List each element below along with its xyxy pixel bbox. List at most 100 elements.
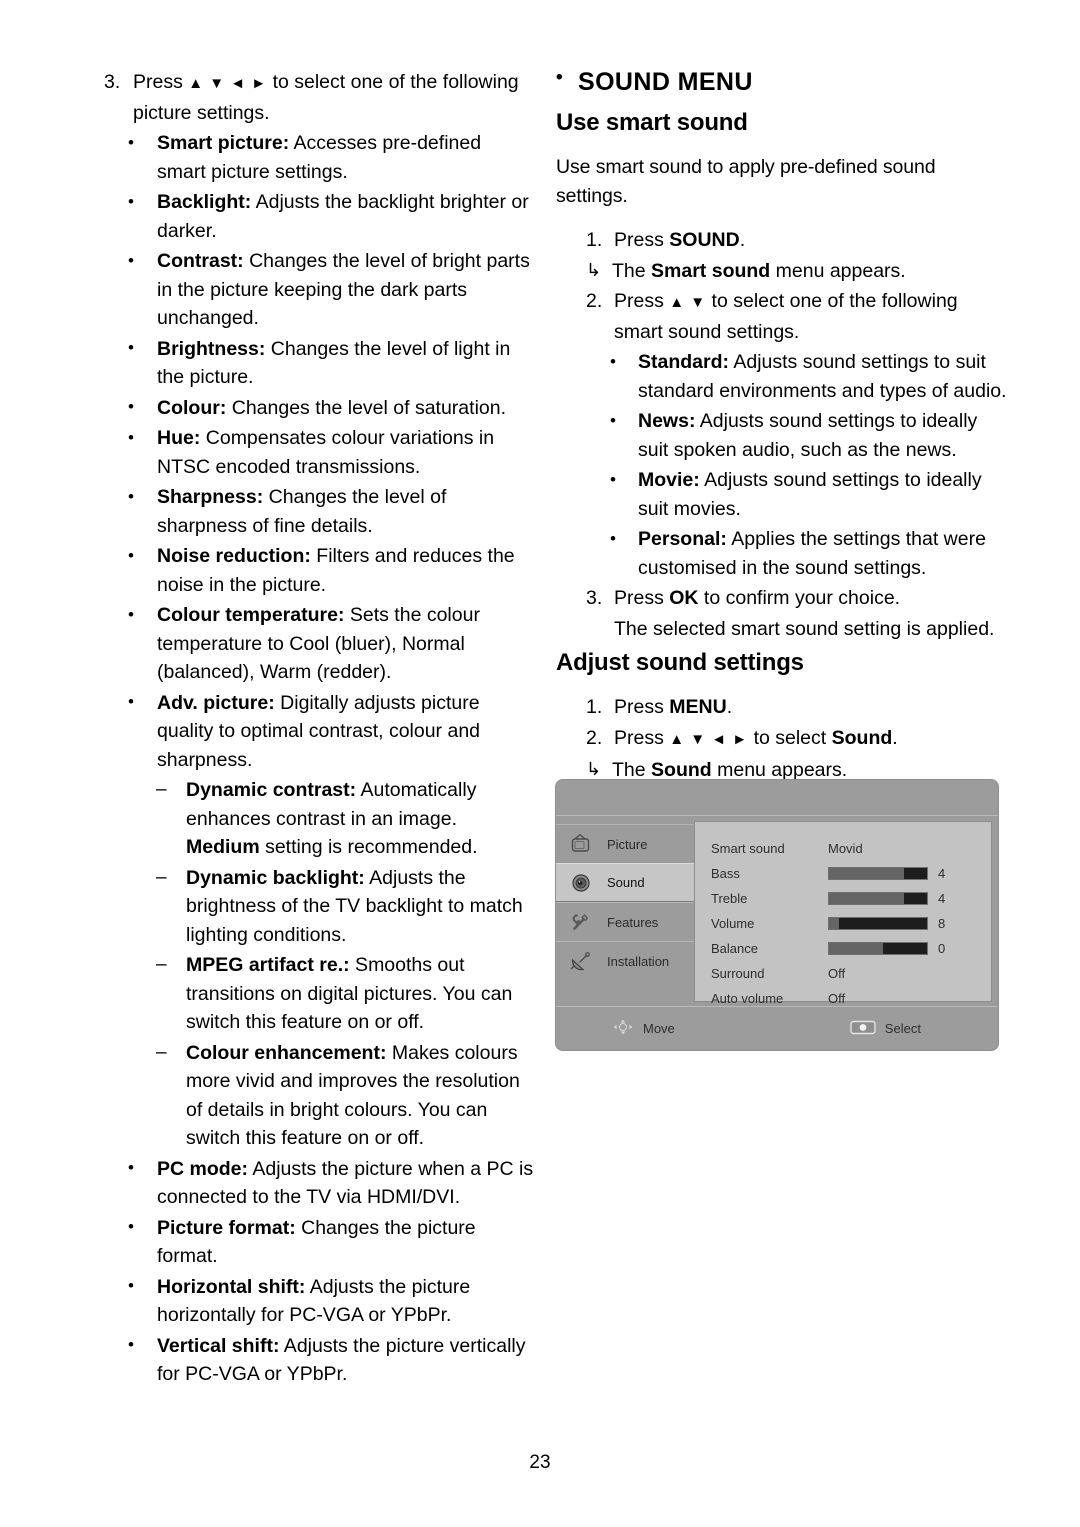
sub-list-item-emph: Medium (186, 836, 260, 858)
key-name: SOUND (669, 229, 740, 251)
step-3: 3. Press ▲ ▼ ◄ ► to select one of the fol… (104, 68, 534, 127)
list-item: • Contrast: Changes the level of bright p… (104, 247, 534, 333)
smart-step-2: 2. Press ▲ ▼ to select one of the followi… (556, 287, 1008, 346)
osd-sidebar-item-features[interactable]: Features (556, 902, 694, 941)
list-item-term: Contrast: (157, 250, 244, 272)
osd-row-value: Off (828, 966, 846, 981)
step-text-c: . (892, 726, 898, 749)
list-item: • PC mode: Adjusts the picture when a PC … (104, 1155, 534, 1212)
osd-row-surround[interactable]: Surround Off (711, 961, 979, 986)
sub-list-item-term: Dynamic contrast: (186, 779, 357, 801)
smart-option-item: • Standard: Adjusts sound settings to sui… (556, 348, 1008, 405)
step-text-b: . (739, 229, 746, 251)
osd-row-label: Auto volume (711, 991, 784, 1006)
bullet-icon: • (128, 397, 134, 416)
list-item-term: PC mode: (157, 1157, 249, 1180)
osd-sidebar-item-label: Picture (607, 836, 648, 852)
list-item-term: Colour: (157, 396, 227, 419)
heading-use-smart-sound: Use smart sound (556, 109, 748, 136)
osd-sidebar-item-label: Features (607, 914, 659, 930)
slider-fill (829, 918, 839, 929)
tv-sound-menu-screenshot: Picture Sound Features Installation Smar… (556, 780, 998, 1050)
bullet-icon: • (128, 338, 134, 357)
list-item: • Noise reduction: Filters and reduces th… (104, 542, 534, 599)
osd-slider-volume[interactable] (828, 917, 928, 930)
bullet-icon: • (556, 67, 564, 88)
osd-sidebar-item-sound[interactable]: Sound (556, 863, 694, 902)
list-item-term: Picture format: (157, 1216, 296, 1239)
dash-icon: – (156, 954, 167, 975)
section-title: • SOUND MENU (556, 67, 1008, 97)
list-item: • Sharpness: Changes the level of sharpne… (104, 483, 534, 540)
smart-option-term: Personal: (638, 528, 727, 550)
osd-row-smart-sound[interactable]: Smart sound Movid (711, 836, 979, 861)
osd-row-label: Treble (711, 891, 748, 906)
osd-row-value: Off (828, 991, 846, 1006)
osd-row-label: Volume (711, 916, 755, 931)
list-item: • Picture format: Changes the picture for… (104, 1214, 534, 1271)
step-text-a: Press (614, 229, 670, 251)
smart-option-term: Movie: (638, 469, 700, 491)
arrow-keys-glyph: ▲ ▼ ◄ ► (669, 730, 749, 748)
page-number: 23 (529, 1452, 551, 1473)
osd-row-bass[interactable]: Bass 4 (711, 861, 979, 886)
step-number: 3. (586, 587, 603, 609)
step-text-a: Press (614, 587, 670, 609)
list-item: • Hue: Compensates colour variations in N… (104, 424, 534, 481)
list-item-desc: Changes the level of saturation. (226, 396, 507, 419)
list-item: • Adv. picture: Digitally adjusts picture… (104, 689, 534, 775)
step-text-a: Press (614, 726, 670, 749)
smart-step-1-result: ↳ The Smart sound menu appears. (556, 257, 1008, 286)
bullet-icon: • (128, 1335, 134, 1354)
smart-step-3: 3. Press OK to confirm your choice. (556, 584, 1008, 613)
osd-sidebar: Picture Sound Features Installation (556, 817, 694, 1006)
bullet-icon: • (128, 1158, 134, 1177)
bullet-icon: • (128, 132, 134, 152)
smart-option-item: • Personal: Applies the settings that wer… (556, 525, 1008, 582)
ok-button-icon (850, 1020, 876, 1038)
list-item: • Horizontal shift: Adjusts the picture h… (104, 1273, 534, 1330)
bullet-icon: • (128, 191, 134, 211)
result-arrow-icon: ↳ (586, 259, 602, 280)
sub-list-item-desc2: setting is recommended. (259, 836, 478, 858)
bullet-icon: • (610, 410, 616, 430)
list-item-term: Horizontal shift: (157, 1275, 306, 1298)
dpad-icon (612, 1018, 634, 1039)
section-title-text: SOUND MENU (578, 68, 753, 96)
osd-row-value: Movid (828, 841, 863, 856)
osd-slider-treble[interactable] (828, 892, 928, 905)
sub-list-item: – MPEG artifact re.: Smooths out transiti… (104, 951, 534, 1037)
bullet-icon: • (128, 545, 134, 565)
list-item-term: Colour temperature: (157, 604, 345, 626)
osd-footer-select: Select (850, 1020, 921, 1038)
osd-row-treble[interactable]: Treble 4 (711, 886, 979, 911)
intro-paragraph: Use smart sound to apply pre-defined sou… (556, 156, 936, 207)
bullet-icon: • (610, 528, 616, 548)
list-item-term: Hue: (157, 427, 201, 449)
osd-sidebar-item-picture[interactable]: Picture (556, 824, 694, 863)
osd-footer-move: Move (612, 1018, 675, 1039)
osd-footer-bar: Move Select (556, 1006, 998, 1050)
osd-sidebar-item-installation[interactable]: Installation (556, 941, 694, 980)
osd-slider-bass[interactable] (828, 867, 928, 880)
tools-icon (568, 910, 594, 934)
step-number: 2. (586, 726, 603, 749)
step-number: 1. (586, 229, 603, 251)
osd-row-label: Balance (711, 941, 758, 956)
key-name: OK (669, 587, 699, 609)
osd-footer-move-label: Move (643, 1021, 675, 1036)
osd-row-label: Bass (711, 866, 740, 881)
osd-row-value: 4 (938, 866, 946, 881)
left-column: 3. Press ▲ ▼ ◄ ► to select one of the fol… (104, 68, 534, 1391)
list-item: • Vertical shift: Adjusts the picture ver… (104, 1332, 534, 1389)
osd-slider-balance[interactable] (828, 942, 928, 955)
osd-settings-panel: Smart sound Movid Bass 4 Treble 4 Volume (694, 821, 992, 1006)
smart-option-item: • Movie: Adjusts sound settings to ideall… (556, 466, 1008, 523)
step-number: 2. (586, 290, 603, 312)
heading-adjust-sound-settings: Adjust sound settings (556, 649, 804, 676)
osd-row-volume[interactable]: Volume 8 (711, 911, 979, 936)
list-item-term: Noise reduction: (157, 545, 311, 567)
list-item-term: Adv. picture: (157, 691, 275, 714)
osd-row-balance[interactable]: Balance 0 (711, 936, 979, 961)
